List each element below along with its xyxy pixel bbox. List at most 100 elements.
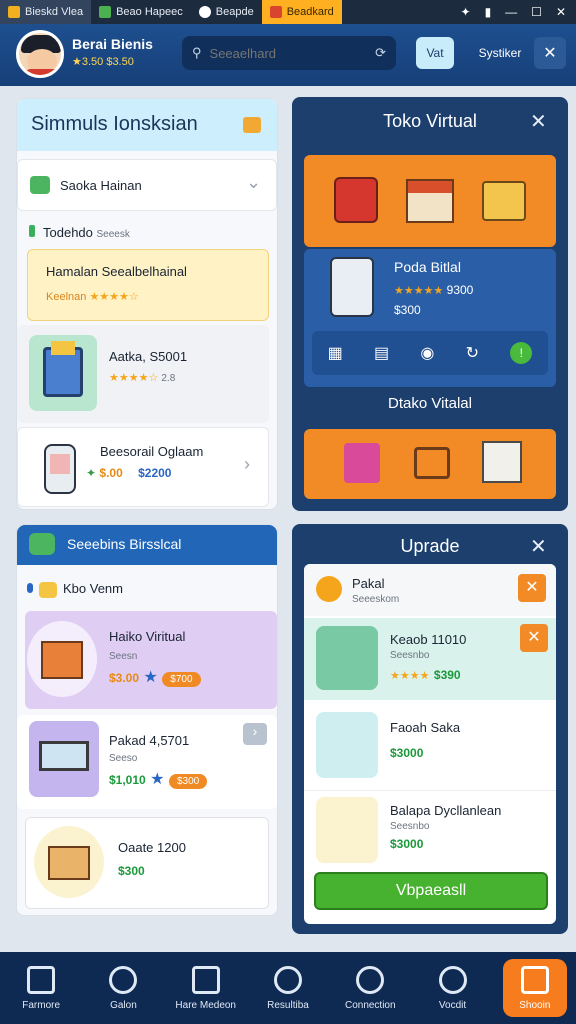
search-input[interactable] (209, 45, 360, 61)
settings-button[interactable]: Systiker (472, 37, 528, 69)
upgrade-button[interactable]: Vbpaeasll (314, 872, 548, 910)
refresh-icon[interactable]: ↻ (466, 343, 479, 363)
maximize-icon[interactable]: ☐ (531, 5, 542, 19)
coin-icon (316, 576, 342, 602)
connection-icon (356, 965, 385, 994)
featured-card[interactable]: Poda Bitlal ★★★★★ 9300 $300 ▦ ▤ ◉ ↻ ! (304, 249, 556, 387)
item-title: Pakal (352, 576, 385, 591)
item-title: Faoah Saka (390, 720, 461, 735)
nav-media[interactable]: Hare Medeon (174, 965, 238, 1011)
user-name: Berai Bienis (72, 36, 153, 52)
info-icon[interactable]: ! (510, 342, 533, 364)
list-item[interactable]: Pakad 4,5701 Seeso $1,010 ★ $300 › (17, 715, 277, 809)
sim-title: Simmuls Ionsksian (31, 113, 198, 135)
nav-connection[interactable]: Connection (338, 965, 402, 1011)
browser-tab-bar: Bieskd Vlea Beao Hapeec Beapde Beadkard … (0, 0, 576, 24)
nav-shop[interactable]: Shooin (502, 959, 567, 1017)
minimize-icon[interactable]: — (505, 5, 517, 19)
featured-price: $300 (394, 303, 421, 317)
item-price: $3.00 ★ $700 (109, 667, 201, 687)
simulation-panel: Simmuls Ionsksian Saoka Hainan ⌄ Todehdo… (16, 98, 278, 510)
lock-icon[interactable]: ▮ (485, 5, 492, 19)
panel-title: Toko Virtual (383, 111, 477, 131)
avatar[interactable] (16, 30, 64, 78)
basket-icon (316, 712, 378, 778)
item-title: Haiko Viritual (109, 629, 186, 644)
filter-icon (29, 225, 35, 237)
list-item[interactable]: Oaate 1200 $300 (25, 817, 269, 909)
close-button[interactable]: ✕ (534, 37, 566, 69)
vat-button[interactable]: Vat (416, 37, 454, 69)
item-price: $3000 (390, 837, 424, 851)
close-icon[interactable]: ✕ (530, 109, 547, 134)
refresh-icon[interactable]: ⟳ (375, 45, 386, 61)
filter-row: Todehdo Seeesk (29, 225, 130, 240)
app-icon (269, 6, 282, 18)
cart-icon[interactable] (414, 447, 450, 479)
folder-icon (39, 581, 57, 598)
media-icon (191, 965, 220, 994)
nav-home[interactable]: Farmore (9, 965, 73, 1011)
upgrade-list: Pakal Seeeskom ✕ Keaob 11010 Seesnbo ★★★… (304, 564, 556, 924)
store-header: Seeebins Birsslcal (17, 525, 277, 565)
highlight-card[interactable]: Hamalan Seealbelhainal Keelnan ★★★★☆ (27, 249, 269, 321)
shop-icon[interactable] (406, 179, 454, 223)
chevron-right-icon[interactable]: › (243, 723, 267, 745)
section-subtitle: Dtako Vitalal (388, 395, 472, 412)
nav-search[interactable]: Galon (91, 965, 155, 1011)
produce-icon (316, 797, 378, 863)
note-icon[interactable] (243, 117, 261, 133)
item-rating: ★★★★☆ 2.8 (109, 372, 176, 384)
tab-4[interactable]: Beadkard (261, 0, 342, 24)
list-item[interactable]: Aatka, S5001 ★★★★☆ 2.8 (17, 325, 269, 423)
list-item[interactable]: Pakal Seeeskom ✕ (304, 564, 556, 616)
item-price: ★★★★ $390 (390, 668, 461, 682)
nav-vocdit[interactable]: Vocdit (421, 965, 485, 1011)
toko-virtual-panel: Toko Virtual ✕ Poda Bitlal ★★★★★ 9300 $3… (292, 97, 568, 511)
bottom-nav: Farmore Galon Hare Medeon Resultiba Conn… (0, 952, 576, 1024)
shop2-icon[interactable] (482, 181, 526, 221)
tab-2[interactable]: Beao Hapeec (91, 0, 191, 24)
box-icon (316, 626, 378, 690)
item-price: $300 (118, 864, 145, 878)
upgrade-panel: Uprade ✕ Pakal Seeeskom ✕ Keaob 11010 Se… (292, 524, 568, 934)
nav-results[interactable]: Resultiba (256, 965, 320, 1011)
item-title: Pakad 4,5701 (109, 733, 190, 748)
puzzle-icon[interactable]: ✦ (461, 5, 471, 19)
store-panel: Seeebins Birsslcal Kbo Venm Haiko Viritu… (16, 524, 278, 916)
close-button[interactable]: ✕ (518, 574, 546, 602)
list-item[interactable]: Beesorail Oglaam ✦ $.00 $2200 › (17, 427, 269, 507)
filter-sub: Seeesk (96, 229, 130, 240)
kiosk-icon[interactable] (482, 441, 522, 483)
grid-icon[interactable]: ▦ (328, 343, 343, 363)
user-info: Berai Bienis ★3.50 $3.50 (72, 36, 153, 68)
package-icon (27, 621, 97, 697)
close-icon[interactable]: ✕ (556, 5, 566, 19)
store-icon[interactable] (334, 177, 378, 223)
tab-3[interactable]: Beapde (191, 0, 262, 24)
camera-icon[interactable]: ◉ (420, 343, 434, 363)
category-strip-2 (304, 429, 556, 499)
search-bar[interactable]: ⚲ ⟳ (182, 36, 396, 70)
close-button[interactable]: ✕ (520, 624, 548, 652)
app-icon (8, 6, 20, 18)
category-dropdown[interactable]: Saoka Hainan ⌄ (17, 159, 277, 211)
list-item[interactable]: Faoah Saka $3000 (304, 704, 556, 788)
tab-1[interactable]: Bieskd Vlea (0, 0, 92, 24)
featured-toolbar: ▦ ▤ ◉ ↻ ! (312, 331, 548, 375)
filter-label: Todehdo (43, 225, 93, 240)
document-icon[interactable]: ▤ (374, 343, 389, 363)
cart-icon (29, 721, 99, 797)
panel-title: Uprade (400, 536, 460, 556)
chat-icon (273, 965, 302, 994)
list-item[interactable]: Keaob 11010 Seesnbo ★★★★ $390 ✕ (304, 618, 556, 700)
home-icon (27, 965, 56, 994)
list-item[interactable]: Haiko Viritual Seesn $3.00 ★ $700 (25, 611, 277, 709)
basket-icon[interactable] (344, 443, 380, 483)
item-price: $3000 (390, 746, 424, 760)
item-price: ✦ $.00 $2200 (86, 466, 172, 480)
featured-rating: ★★★★★ 9300 (394, 283, 474, 297)
list-item[interactable]: Balapa Dycllanlean Seesnbo $3000 (304, 790, 556, 874)
user-coins: ★3.50 $3.50 (72, 56, 134, 68)
close-icon[interactable]: ✕ (530, 534, 547, 559)
